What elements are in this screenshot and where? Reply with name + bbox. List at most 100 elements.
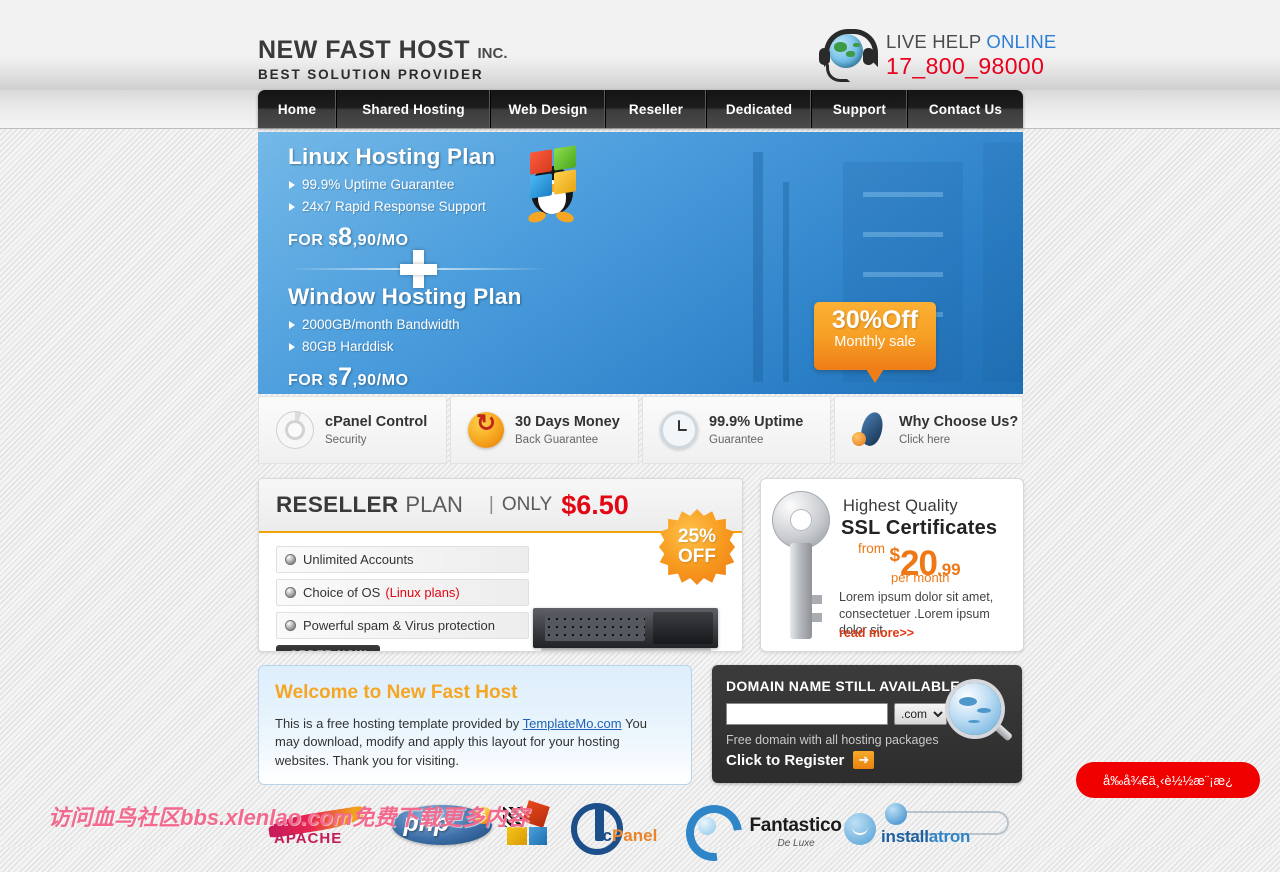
windows-plan-block: Window Hosting Plan 2000GB/month Bandwid… [288,284,568,392]
promo1-subline: Monthly sale [834,334,916,351]
nav-item-shared-hosting[interactable]: Shared Hosting [337,90,491,128]
ssl-period: per month [891,570,950,585]
logo-tagline: BEST SOLUTION PROVIDER [258,67,484,82]
ssl-from-label: from [858,541,885,556]
key-icon [772,491,830,639]
discount-starburst-badge: 25% OFF [659,509,735,585]
feature-uptime-sub: Guarantee [709,433,764,446]
windows-price-prefix: FOR $ [288,372,339,389]
hero-banner: Linux Hosting Plan 99.9% Uptime Guarante… [258,132,1023,394]
click-to-register-link[interactable]: Click to Register [726,752,844,769]
feature-box-money-back[interactable]: 30 Days Money Back Guarantee [450,396,639,464]
arrow-right-icon[interactable]: ➜ [853,751,875,769]
bullet-icon [285,587,296,598]
smiley-icon [843,813,876,845]
nav-item-home[interactable]: Home [258,90,337,128]
domain-tld-select[interactable]: .com .net .org .info .biz [894,703,947,725]
reseller-option-1[interactable]: Unlimited Accounts [276,546,529,573]
windows-logo-icon [530,145,586,199]
windows-feature-2: 80GB Harddisk [288,339,568,354]
domain-register-row: Click to Register ➜ [726,751,1022,769]
fantastico-logo-sub: De Luxe [777,838,815,849]
feature-why-sub: Click here [899,433,951,446]
linux-price-rest: ,90/MO [352,232,409,249]
ssl-read-more-link[interactable]: read more>> [839,626,914,640]
ssl-certificates-panel[interactable]: Highest Quality SSL Certificates from $2… [760,478,1024,652]
bullet-icon [285,620,296,631]
windows-price-rest: ,90/MO [352,372,409,389]
headset-globe-icon [818,28,878,82]
reseller-option-3-text: Powerful spam & Virus protection [303,618,495,633]
linux-price-prefix: FOR $ [288,232,339,249]
feature-cpanel-title: cPanel Control [325,414,428,431]
rvsitebuilder-logo [674,793,754,872]
logo-main-text: NEW FAST HOST INC. [258,38,508,63]
order-now-button[interactable]: ORDER NOW [276,645,380,651]
welcome-heading: Welcome to New Fast Host [275,682,691,704]
installatron-logo-b: atron [928,827,971,846]
site-logo[interactable]: NEW FAST HOST INC. BEST SOLUTION PROVIDE… [258,38,508,83]
cpanel-logo: cPanel [569,803,677,855]
installatron-logo: installatron [881,803,1013,847]
reseller-option-1-text: Unlimited Accounts [303,552,414,567]
mouse-icon [852,410,888,450]
nav-item-web-design[interactable]: Web Design [491,90,606,128]
bullet-icon [285,554,296,565]
apache-logo-text: APACHE [274,830,343,847]
cpanel-logo-panel: Panel [611,826,658,845]
nav-item-dedicated[interactable]: Dedicated [707,90,812,128]
feature-box-cpanel[interactable]: cPanel Control Security [258,396,447,464]
linux-plan-title: Linux Hosting Plan [288,144,496,169]
feature-box-why-choose-us[interactable]: Why Choose Us? Click here [834,396,1023,464]
installatron-logo-a: install [881,827,929,846]
linux-feature-1: 99.9% Uptime Guarantee [288,177,548,192]
reseller-title-light: PLAN [405,492,463,517]
ssl-title-line2: SSL Certificates [841,517,998,539]
promo1-headline: 30%Off [831,306,919,334]
windows-plan-title: Window Hosting Plan [288,284,522,309]
burst-off-label: OFF [678,546,716,567]
plus-divider [288,250,548,288]
feature-cpanel-sub: Security [325,433,367,446]
main-navigation: Home Shared Hosting Web Design Reseller … [258,90,1023,128]
coin-icon [468,409,504,448]
ssl-title-line1: Highest Quality [843,497,958,515]
reseller-option-2-highlight: (Linux plans) [385,585,460,600]
clock-icon [660,411,698,449]
windows-plan-price: FOR $7,90/MO [288,363,568,392]
linux-price-amount: 8 [338,223,353,251]
header-background [0,0,1280,91]
site-watermark: 访问血鸟社区bbs.xlenlao.com免费下载更多内容 [48,805,529,830]
floating-red-button[interactable]: å‰å¾€ä¸‹è½½æ¨¡æ¿ [1076,762,1260,798]
reseller-option-3[interactable]: Powerful spam & Virus protection [276,612,529,639]
welcome-body-part1: This is a free hosting template provided… [275,716,523,731]
windows-price-amount: 7 [338,363,353,391]
domain-search-panel: DOMAIN NAME STILL AVAILABLE? .com .net .… [712,665,1022,783]
live-help-label-row: LIVE HELP ONLINE [886,32,1056,51]
nav-item-reseller[interactable]: Reseller [606,90,707,128]
gear-icon [276,411,314,449]
live-help-phone: 17_800_98000 [886,52,1045,79]
reseller-title-bold: RESELLER [276,492,399,517]
fantastico-logo-text: Fantastico [749,815,842,836]
installatron-logo-text: installatron [881,827,970,847]
welcome-panel: Welcome to New Fast Host This is a free … [258,665,692,785]
promo-badge-30-off: 30%Off Monthly sale [814,302,936,383]
reseller-separator: | [488,494,494,515]
feature-box-uptime[interactable]: 99.9% Uptime Guarantee [642,396,831,464]
burst-percent: 25% [677,526,717,548]
logo-inc-suffix: INC. [477,45,508,62]
feature-why-title: Why Choose Us? [899,414,1019,431]
rack-server-image [533,608,718,651]
reseller-option-2-text: Choice of OS [303,585,381,600]
feature-uptime-title: 99.9% Uptime [709,414,804,431]
reseller-option-2[interactable]: Choice of OS (Linux plans) [276,579,529,606]
templatemo-link[interactable]: TemplateMo.com [523,716,622,731]
live-help-widget[interactable]: LIVE HELP ONLINE 17_800_98000 [818,28,1056,82]
welcome-body: This is a free hosting template provided… [275,715,675,770]
reseller-price: $6.50 [561,489,629,520]
domain-search-input[interactable] [726,703,888,725]
nav-item-support[interactable]: Support [812,90,908,128]
nav-item-contact-us[interactable]: Contact Us [908,90,1023,128]
linux-plan-block: Linux Hosting Plan 99.9% Uptime Guarante… [288,144,548,252]
